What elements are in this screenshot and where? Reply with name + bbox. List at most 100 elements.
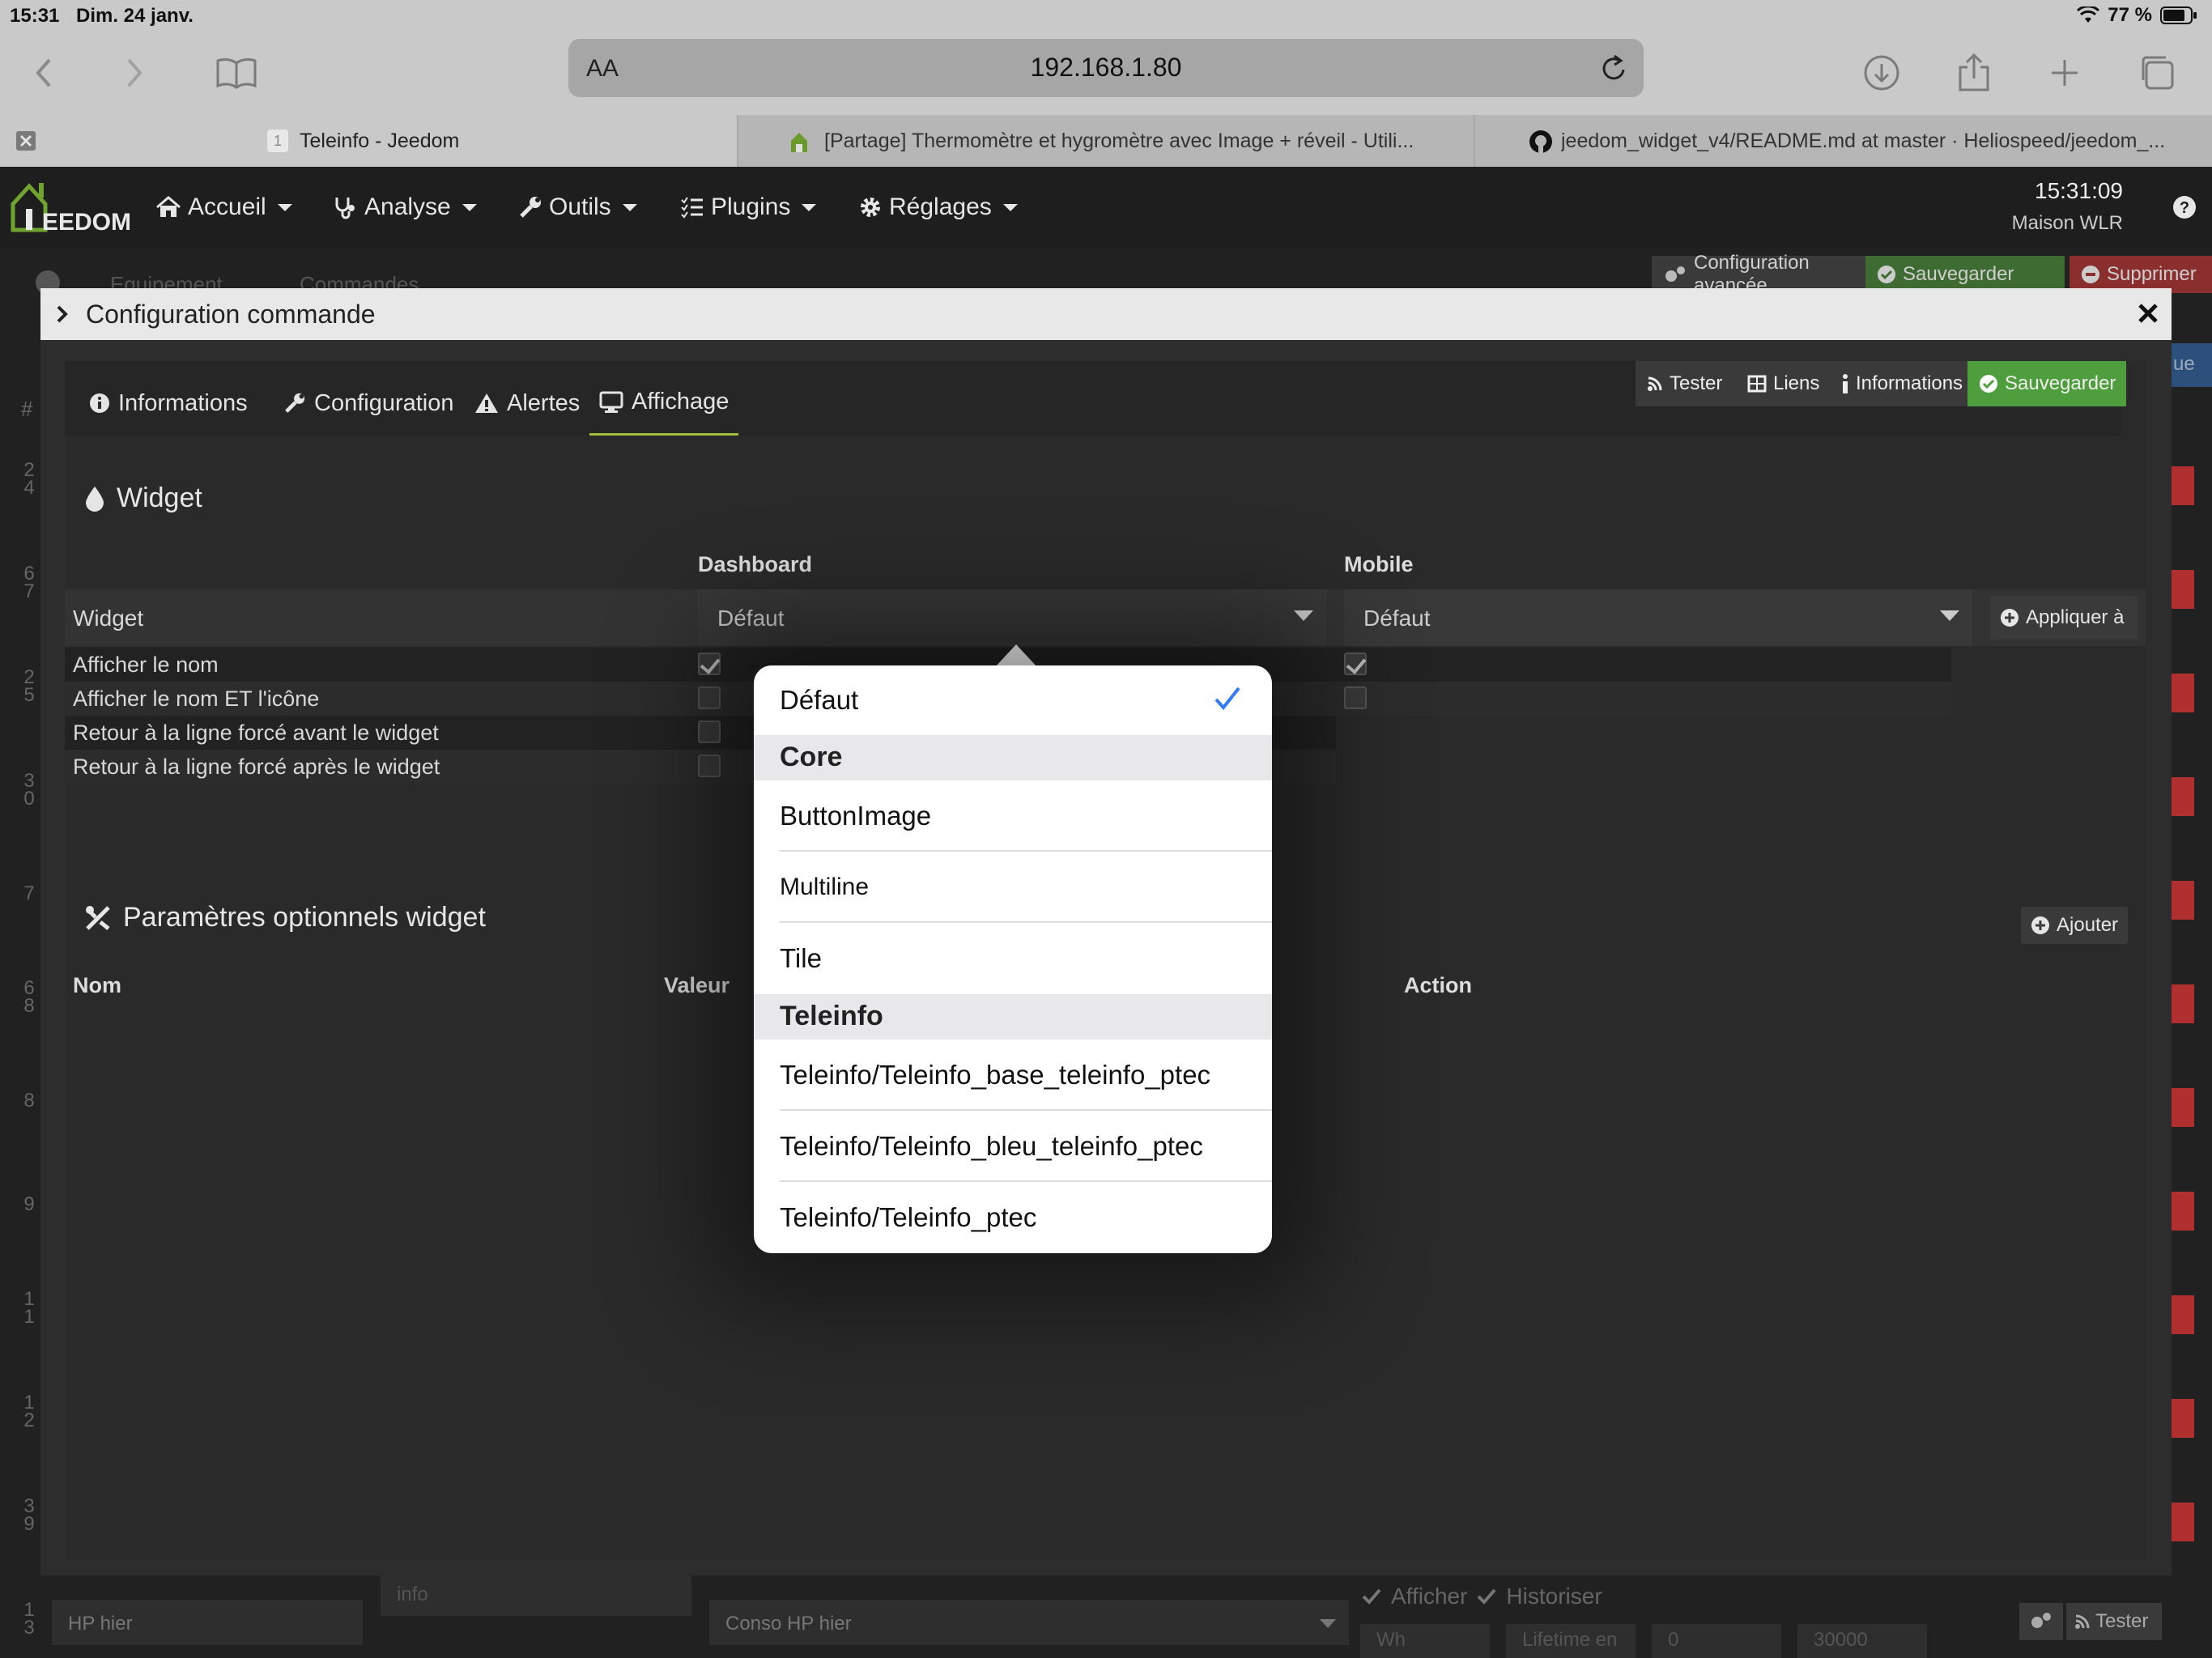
address-bar[interactable]: AA 192.168.1.80	[568, 39, 1644, 97]
bg-lifetime: Lifetime en	[1522, 1629, 1618, 1651]
modal-header: Configuration commande	[40, 288, 2172, 340]
popover-group-teleinfo: Teleinfo	[754, 994, 1272, 1039]
browser-tab[interactable]: [Partage] Thermomètre et hygromètre avec…	[738, 115, 1474, 167]
close-icon[interactable]	[2136, 301, 2160, 325]
show-name-dashboard-checkbox[interactable]	[698, 653, 721, 675]
bookmarks-icon[interactable]	[212, 49, 261, 97]
browser-tab-title: Teleinfo - Jeedom	[300, 130, 460, 152]
wrench-icon	[283, 392, 306, 414]
widget-row-label: Widget	[73, 606, 144, 631]
chevron-down-icon	[622, 203, 637, 211]
magic-tools-icon	[84, 904, 112, 932]
bg-row-number: 1 2	[23, 1392, 35, 1431]
menu-reglages[interactable]: Réglages	[858, 191, 1018, 223]
popover-option-multiline[interactable]: Multiline	[754, 852, 1272, 923]
tab-affichage[interactable]: Affichage	[589, 371, 738, 436]
test-button[interactable]: Tester	[1636, 361, 1736, 406]
url-text[interactable]: 192.168.1.80	[568, 53, 1644, 83]
popover-option-tile[interactable]: Tile	[754, 923, 1272, 994]
browser-tab[interactable]: jeedom_widget_v4/README.md at master · H…	[1475, 115, 2212, 167]
show-name-icon-dashboard-checkbox[interactable]	[698, 687, 721, 709]
status-time: 15:31	[10, 5, 60, 27]
menu-accueil[interactable]: Accueil	[155, 191, 292, 223]
add-param-label: Ajouter	[2057, 914, 2119, 936]
popover-arrow	[995, 644, 1037, 667]
apply-to-button[interactable]: Appliquer à	[1990, 596, 2138, 640]
col-dashboard: Dashboard	[698, 552, 813, 576]
apply-to-label: Appliquer à	[2026, 606, 2125, 628]
battery-icon	[2160, 6, 2197, 25]
add-param-button[interactable]: Ajouter	[2021, 907, 2128, 944]
check-circle-icon	[1979, 374, 1998, 393]
tab-alertes[interactable]: Alertes	[474, 371, 580, 436]
new-tab-icon[interactable]	[2040, 49, 2089, 97]
jeedom-navbar: EEDOM Accueil Analyse Outils Plugins Rég…	[0, 167, 2212, 248]
dashboard-widget-select[interactable]: Défaut	[698, 589, 1326, 646]
gears-icon	[2029, 1611, 2053, 1630]
break-after-dashboard-checkbox[interactable]	[698, 755, 721, 777]
browser-tab-strip: 1 Teleinfo - Jeedom [Partage] Thermomètr…	[0, 115, 2212, 167]
show-name-mobile-checkbox[interactable]	[1344, 653, 1367, 675]
tab-informations[interactable]: Informations	[89, 371, 248, 436]
status-indicators: 77 %	[2077, 4, 2197, 27]
bg-checkboxes: Afficher Historiser	[1360, 1584, 1602, 1609]
modal-title: Configuration commande	[86, 300, 376, 329]
help-icon[interactable]: ?	[2172, 194, 2197, 220]
download-icon[interactable]	[1857, 49, 1906, 97]
jeedom-logo[interactable]: EEDOM	[10, 176, 131, 238]
chevron-right-icon[interactable]	[55, 304, 70, 324]
info-button[interactable]: Informations	[1830, 361, 1967, 406]
menu-analyse[interactable]: Analyse	[334, 191, 477, 223]
browser-tab-title: [Partage] Thermomètre et hygromètre avec…	[824, 130, 1414, 152]
tab-favicon-badge: 1	[267, 130, 288, 152]
share-icon[interactable]	[1950, 49, 1998, 97]
forward-icon[interactable]	[110, 49, 159, 97]
info-circle-icon	[89, 393, 110, 414]
popover-option-buttonimage[interactable]: ButtonImage	[754, 780, 1272, 852]
clock-time: 15:31:09	[2035, 178, 2123, 203]
tab-configuration[interactable]: Configuration	[283, 371, 454, 436]
group-label: Teleinfo	[780, 1001, 883, 1031]
links-button[interactable]: Liens	[1736, 361, 1830, 406]
popover-option-teleinfo-ptec[interactable]: Teleinfo/Teleinfo_ptec	[754, 1182, 1272, 1253]
links-label: Liens	[1773, 372, 1820, 394]
popover-option-teleinfo-bleu[interactable]: Teleinfo/Teleinfo_bleu_teleinfo_ptec	[754, 1111, 1272, 1182]
home-icon	[155, 196, 181, 219]
close-tab-icon[interactable]	[16, 131, 36, 151]
bg-cmd-type-field: info	[381, 1575, 691, 1616]
check-icon	[1475, 1585, 1498, 1608]
mobile-widget-value: Défaut	[1363, 606, 1431, 631]
break-before-dashboard-checkbox[interactable]	[698, 721, 721, 743]
wrench-icon	[518, 195, 542, 219]
menu-plugins[interactable]: Plugins	[680, 191, 817, 223]
show-name-icon-mobile-checkbox[interactable]	[1344, 687, 1367, 709]
forum-favicon-icon	[789, 128, 810, 154]
bg-cmd-label: Conso HP hier	[725, 1613, 852, 1635]
tabs-overview-icon[interactable]	[2133, 49, 2181, 97]
params-section-label: Paramètres optionnels widget	[123, 902, 486, 933]
option-label: Afficher le nom ET l'icône	[73, 687, 320, 711]
back-icon[interactable]	[19, 49, 68, 97]
popover-option-teleinfo-base[interactable]: Teleinfo/Teleinfo_base_teleinfo_ptec	[754, 1039, 1272, 1111]
tab-affichage-label: Affichage	[632, 389, 730, 414]
mobile-widget-select[interactable]: Défaut	[1344, 589, 1972, 646]
save-label: Sauvegarder	[2005, 372, 2116, 394]
bg-row-number: 1 3	[23, 1599, 35, 1639]
menu-outils-label: Outils	[549, 193, 611, 220]
bg-test-button: Tester	[2066, 1603, 2162, 1640]
bg-row-number: 1 1	[23, 1288, 35, 1328]
browser-tab-active[interactable]: 1 Teleinfo - Jeedom	[0, 115, 737, 167]
menu-outils[interactable]: Outils	[518, 191, 637, 223]
bg-min-field: 0	[1652, 1624, 1781, 1658]
chevron-down-icon	[1320, 1619, 1336, 1628]
reload-icon[interactable]	[1598, 52, 1629, 84]
popover-option-defaut[interactable]: Défaut	[754, 665, 1272, 735]
minus-circle-icon	[2081, 265, 2100, 284]
dashboard-widget-value: Défaut	[717, 606, 785, 631]
battery-percent: 77 %	[2108, 4, 2152, 26]
plus-circle-icon	[2031, 916, 2050, 935]
bg-gear-button	[2019, 1603, 2063, 1640]
github-icon	[1529, 130, 1553, 154]
save-button[interactable]: Sauvegarder	[1967, 361, 2126, 406]
jeedom-clock: 15:31:09 Maison WLR	[2012, 178, 2123, 235]
